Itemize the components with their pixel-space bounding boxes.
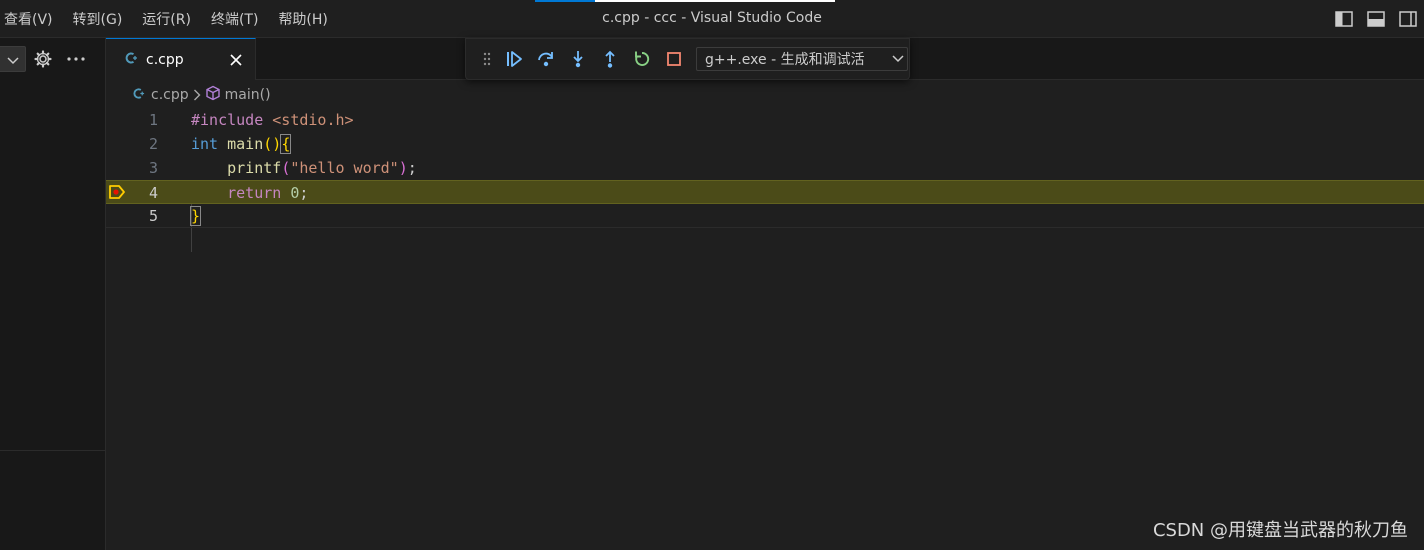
side-panel-divider [0, 450, 106, 451]
editor-area: c.cpp g++.exe - 生成和调试活 c.cpp main() 1 #i… [106, 38, 1424, 550]
breakpoint-current-icon[interactable] [108, 184, 126, 200]
step-over-icon[interactable] [530, 46, 562, 72]
menu-help[interactable]: 帮助(H) [268, 9, 337, 29]
code-line[interactable]: 4 return 0; [106, 180, 1424, 204]
code-token: () [263, 135, 282, 153]
title-bar: 查看(V) 转到(G) 运行(R) 终端(T) 帮助(H) c.cpp - cc… [0, 0, 1424, 38]
code-text: #include <stdio.h> [191, 108, 354, 132]
title-accent-progress [535, 0, 595, 2]
side-panel-actions [0, 38, 106, 80]
tab-label: c.cpp [146, 51, 184, 68]
code-line[interactable]: 3 printf("hello word"); [106, 156, 1424, 180]
code-token: ; [299, 184, 309, 202]
code-line[interactable]: 2 int main(){ [106, 132, 1424, 156]
tab-bar: c.cpp g++.exe - 生成和调试活 [106, 38, 1424, 80]
cpp-file-icon [132, 87, 145, 104]
more-icon[interactable] [65, 49, 87, 69]
debug-config-select[interactable]: g++.exe - 生成和调试活 [696, 47, 908, 71]
code-token: return [227, 184, 282, 202]
drag-grip-icon[interactable] [476, 46, 498, 72]
line-number: 5 [148, 207, 158, 225]
debug-toolbar: g++.exe - 生成和调试活 [465, 38, 910, 80]
code-line[interactable]: 5} [106, 204, 1424, 228]
code-token: ; [407, 159, 417, 177]
toggle-panel-icon[interactable] [1360, 0, 1392, 38]
code-text: } [189, 204, 202, 228]
code-token: #include [191, 111, 273, 129]
code-text: int main(){ [191, 132, 292, 156]
line-number: 3 [148, 159, 158, 177]
breadcrumb-symbol-label: main() [224, 87, 271, 103]
code-token: } [189, 206, 202, 226]
code-token: ( [281, 159, 291, 177]
restart-icon[interactable] [626, 46, 658, 72]
code-text: return 0; [191, 181, 308, 205]
close-icon[interactable] [227, 51, 245, 69]
menu-terminal[interactable]: 终端(T) [201, 9, 268, 29]
stop-icon[interactable] [658, 46, 690, 72]
continue-icon[interactable] [498, 46, 530, 72]
menu-view[interactable]: 查看(V) [0, 9, 63, 29]
tab-c-cpp[interactable]: c.cpp [106, 38, 256, 80]
code-token: <stdio.h> [272, 111, 354, 129]
debug-config-dropdown[interactable] [0, 46, 26, 72]
chevron-down-icon [889, 55, 907, 63]
code-token: int [191, 135, 219, 153]
cpp-file-icon [124, 51, 138, 69]
code-editor[interactable]: 1 #include <stdio.h> 2 int main(){3 printf(… [106, 108, 1424, 308]
step-out-icon[interactable] [594, 46, 626, 72]
code-token: main [227, 135, 264, 153]
cube-method-icon [205, 85, 221, 105]
breadcrumb-symbol[interactable]: main() [205, 85, 271, 105]
line-number: 2 [148, 135, 158, 153]
code-token: ) [398, 159, 408, 177]
debug-config-label: g++.exe - 生成和调试活 [705, 52, 865, 68]
toggle-primary-sidebar-icon[interactable] [1328, 0, 1360, 38]
watermark: CSDN @用键盘当武器的秋刀鱼 [1152, 520, 1408, 541]
gear-icon[interactable] [33, 49, 53, 69]
breadcrumb-file-label: c.cpp [151, 87, 189, 103]
layout-controls [1328, 0, 1424, 38]
chevron-right-icon [193, 89, 201, 101]
code-token: printf [227, 159, 282, 177]
code-token: "hello word" [290, 159, 399, 177]
side-panel [0, 38, 106, 550]
breadcrumb: c.cpp main() [106, 82, 1424, 108]
line-number: 1 [148, 111, 158, 129]
toggle-secondary-sidebar-icon[interactable] [1392, 0, 1424, 38]
code-line[interactable]: 1 #include <stdio.h> [106, 108, 1424, 132]
breadcrumb-file[interactable]: c.cpp [132, 87, 189, 104]
code-text: printf("hello word"); [191, 156, 417, 180]
chevron-down-icon [7, 50, 19, 69]
step-into-icon[interactable] [562, 46, 594, 72]
menu-run[interactable]: 运行(R) [132, 9, 201, 29]
menu-go[interactable]: 转到(G) [63, 9, 133, 29]
menu-bar: 查看(V) 转到(G) 运行(R) 终端(T) 帮助(H) [0, 0, 338, 38]
code-token: { [280, 134, 292, 154]
